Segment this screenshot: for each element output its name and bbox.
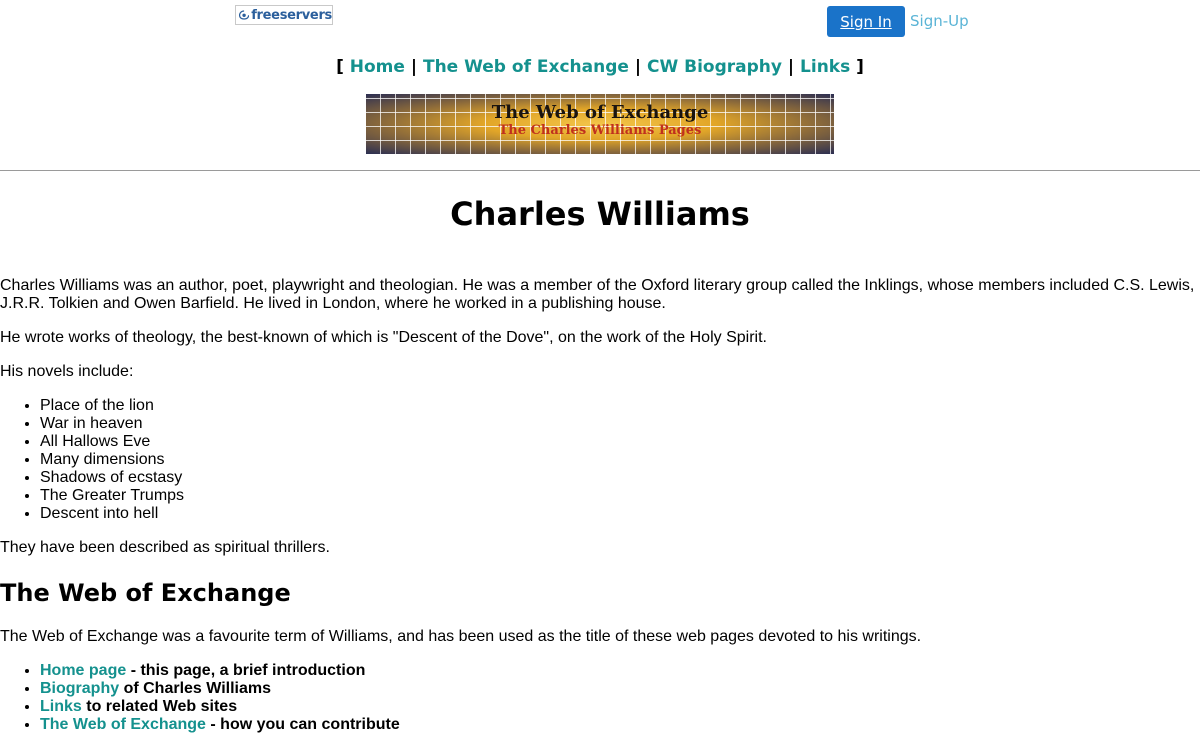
list-item-description: - how you can contribute [205,716,400,733]
sign-in-button[interactable]: Sign In [827,6,905,37]
nav-separator: | [634,57,642,77]
list-item-description: - this page, a brief introduction [126,662,366,679]
nav-separator: | [410,57,418,77]
freeservers-logo-icon [239,10,250,20]
list-item: Shadows of ecstasy [40,469,184,487]
intro-paragraph-1: Charles Williams was an author, poet, pl… [0,277,1195,312]
nav-separator: | [787,57,795,77]
top-navigation: [ Home | The Web of Exchange | CW Biogra… [0,57,1200,77]
nav-close-bracket: ] [856,57,864,77]
list-item: The Web of Exchange - how you can contri… [40,716,400,734]
list-item: Descent into hell [40,505,184,523]
nav-web-of-exchange-link[interactable]: The Web of Exchange [423,57,629,77]
novels-intro: His novels include: [0,363,134,380]
nav-links-link[interactable]: Links [800,57,850,77]
nav-home-link[interactable]: Home [350,57,405,77]
banner-subtitle: The Charles Williams Pages [498,123,702,138]
novels-list: Place of the lion War in heaven All Hall… [0,397,184,523]
web-of-exchange-link[interactable]: The Web of Exchange [40,716,206,733]
biography-link[interactable]: Biography [40,680,119,697]
nav-cw-biography-link[interactable]: CW Biography [647,57,782,77]
list-item-description: of Charles Williams [119,680,272,697]
intro-paragraph-2: He wrote works of theology, the best-kno… [0,329,767,346]
links-page-link[interactable]: Links [40,698,82,715]
list-item-description: to related Web sites [81,698,238,715]
list-item: Links to related Web sites [40,698,400,716]
list-item: Place of the lion [40,397,184,415]
nav-open-bracket: [ [336,57,344,77]
freeservers-logo[interactable]: freeservers [235,5,333,25]
site-pages-list: Home page - this page, a brief introduct… [0,662,400,734]
section-paragraph: The Web of Exchange was a favourite term… [0,628,922,645]
site-banner-image: The Web of Exchange The Charles Williams… [366,94,834,154]
list-item: Many dimensions [40,451,184,469]
banner-title: The Web of Exchange [491,102,709,123]
home-page-link[interactable]: Home page [40,662,126,679]
section-title: The Web of Exchange [0,579,291,607]
page-title: Charles Williams [450,195,750,233]
list-item: War in heaven [40,415,184,433]
novels-outro: They have been described as spiritual th… [0,539,330,556]
list-item: Home page - this page, a brief introduct… [40,662,400,680]
sign-up-link[interactable]: Sign-Up [910,12,969,30]
list-item: The Greater Trumps [40,487,184,505]
freeservers-logo-text: freeservers [251,7,332,23]
list-item: Biography of Charles Williams [40,680,400,698]
list-item: All Hallows Eve [40,433,184,451]
horizontal-rule [0,170,1200,171]
